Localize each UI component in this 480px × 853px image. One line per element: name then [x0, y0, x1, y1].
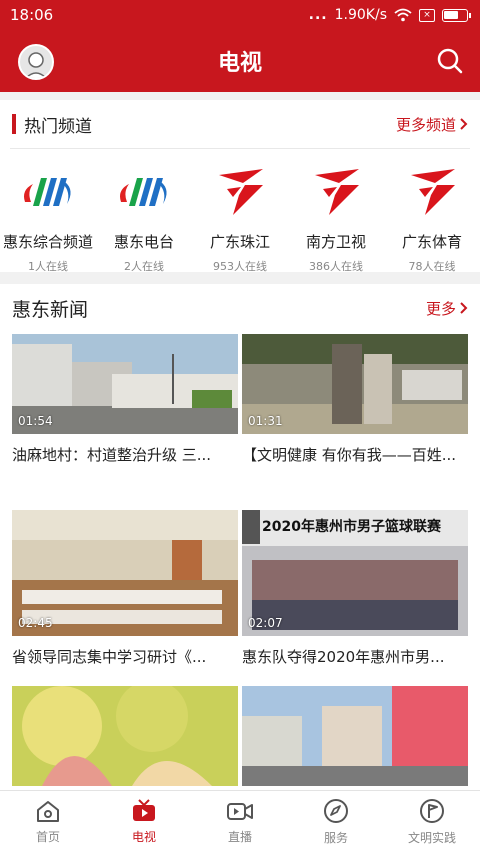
news-item[interactable] — [242, 686, 468, 790]
channel-item[interactable]: 惠东电台 2人在线 — [99, 163, 189, 274]
gdtv-logo-icon — [211, 163, 269, 221]
tab-tv[interactable]: 电视 — [96, 791, 192, 853]
channel-name: 南方卫视 — [305, 233, 366, 251]
huidong-logo-icon — [115, 163, 173, 221]
chevron-right-icon — [460, 118, 468, 130]
video-thumbnail: 01:54 — [12, 334, 238, 434]
app-header: 电视 — [0, 30, 480, 92]
status-bar: 18:06 ... 1.90K/s × — [0, 0, 480, 30]
channel-online-count: 386人在线 — [309, 260, 363, 273]
video-duration: 01:54 — [18, 414, 53, 428]
hot-channels-title: 热门频道 — [24, 116, 92, 137]
channel-online-count: 1人在线 — [28, 260, 68, 273]
gdtv-logo-icon — [403, 163, 461, 221]
news-item-title: 【文明健康 有你有我——百姓... — [242, 446, 457, 464]
bottom-tab-bar: 首页 电视 直播 服务 文明实践 — [0, 790, 480, 853]
channel-name: 惠东综合频道 — [2, 233, 93, 251]
video-duration: 02:07 — [248, 616, 283, 630]
channel-item[interactable]: 惠东综合频道 1人在线 — [3, 163, 93, 274]
news-item-title: 惠东队夺得2020年惠州市男... — [242, 648, 445, 666]
compass-icon — [324, 799, 348, 823]
channel-name: 广东体育 — [401, 233, 462, 251]
tab-label: 文明实践 — [407, 831, 456, 845]
channel-item[interactable]: 南方卫视 386人在线 — [291, 163, 381, 274]
channel-name: 惠东电台 — [113, 233, 174, 251]
news-item[interactable]: 2020年惠州市男子篮球联赛 02:07 惠东队夺得2020年惠州市男... — [242, 510, 468, 667]
hot-channels-section: 热门频道 更多频道 惠东综合频道 1人在线 惠东电台 2人在线 广东珠江 953… — [0, 100, 480, 274]
section-accent-bar — [12, 114, 16, 134]
channel-name: 广东珠江 — [209, 233, 270, 251]
channel-online-count: 78人在线 — [408, 260, 456, 273]
tab-home[interactable]: 首页 — [0, 791, 96, 853]
network-speed: 1.90K/s — [334, 7, 387, 23]
tab-label: 服务 — [323, 831, 348, 845]
video-thumbnail: 02:45 — [12, 510, 238, 636]
search-button[interactable] — [436, 47, 464, 75]
gdtv-logo-icon — [307, 163, 365, 221]
search-icon — [437, 48, 463, 74]
hot-channels-header: 热门频道 更多频道 — [0, 100, 480, 148]
video-camera-icon — [227, 803, 253, 820]
channel-online-count: 2人在线 — [124, 260, 164, 273]
more-news-label: 更多 — [425, 299, 456, 318]
channel-online-count: 953人在线 — [213, 260, 267, 273]
news-item[interactable]: 01:31 【文明健康 有你有我——百姓... — [242, 334, 468, 465]
status-dots: ... — [308, 7, 328, 23]
user-avatar-icon — [24, 52, 48, 78]
status-indicators: ... 1.90K/s × — [308, 7, 471, 23]
news-item[interactable]: 02:45 省领导同志集中学习研讨《... — [12, 510, 238, 667]
news-item[interactable]: 01:54 油麻地村：村道整治升级 三... — [12, 334, 238, 465]
news-section: 惠东新闻 更多 01:54 油麻地村：村道整治升级 三... 01:31 【文明… — [0, 284, 480, 790]
more-channels-label: 更多频道 — [395, 115, 456, 134]
video-duration: 02:45 — [18, 616, 53, 630]
video-thumbnail: 01:31 — [242, 334, 468, 434]
chevron-right-icon — [460, 302, 468, 314]
news-title: 惠东新闻 — [12, 298, 89, 321]
news-header: 惠东新闻 更多 — [0, 284, 480, 332]
tab-civilization-practice[interactable]: 文明实践 — [384, 791, 480, 853]
more-channels-link[interactable]: 更多频道 — [396, 114, 468, 135]
flag-icon — [420, 799, 444, 823]
channel-item[interactable]: 广东珠江 953人在线 — [195, 163, 285, 274]
status-time: 18:06 — [10, 6, 54, 24]
news-item-title: 油麻地村：村道整治升级 三... — [12, 446, 212, 464]
tab-live[interactable]: 直播 — [192, 791, 288, 853]
page-title: 电视 — [217, 51, 262, 76]
channel-list: 惠东综合频道 1人在线 惠东电台 2人在线 广东珠江 953人在线 南方卫视 3… — [0, 149, 480, 274]
tab-label: 电视 — [131, 830, 156, 844]
tab-services[interactable]: 服务 — [288, 791, 384, 853]
video-thumbnail — [242, 686, 468, 786]
avatar[interactable] — [18, 44, 54, 80]
tab-label: 直播 — [227, 830, 252, 844]
video-banner-text: 2020年惠州市男子篮球联赛 — [262, 519, 441, 535]
channel-item[interactable]: 广东体育 78人在线 — [387, 163, 477, 274]
video-thumbnail — [12, 686, 238, 786]
video-thumbnail: 2020年惠州市男子篮球联赛 02:07 — [242, 510, 468, 636]
tv-icon — [133, 799, 155, 821]
no-sim-icon: × — [419, 8, 435, 22]
news-item-title: 省领导同志集中学习研讨《... — [12, 648, 207, 666]
home-icon — [37, 801, 59, 822]
video-duration: 01:31 — [248, 414, 283, 428]
section-title-wrap: 热门频道 — [12, 112, 92, 137]
more-news-link[interactable]: 更多 — [426, 298, 468, 319]
huidong-logo-icon — [19, 163, 77, 221]
tab-label: 首页 — [35, 830, 60, 844]
battery-icon — [442, 8, 471, 22]
wifi-icon — [394, 8, 412, 22]
news-item[interactable] — [12, 686, 238, 790]
